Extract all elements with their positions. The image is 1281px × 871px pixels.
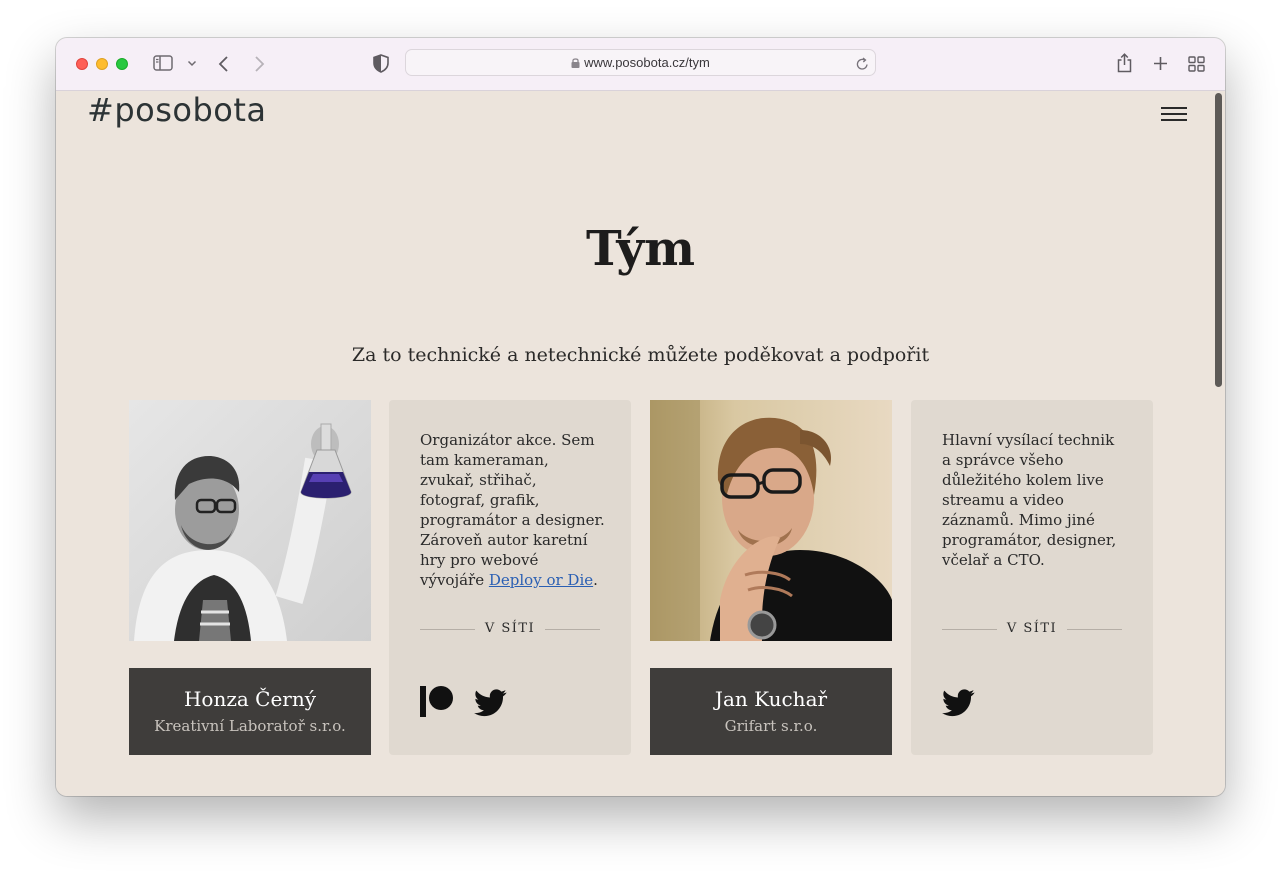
member-name-card: Honza Černý Kreativní Laboratoř s.r.o. [129,668,371,755]
address-bar[interactable]: www.posobota.cz/tym [405,49,876,76]
zoom-window-button[interactable] [116,58,128,70]
share-icon[interactable] [1116,53,1133,73]
page-subtitle: Za to technické a netechnické můžete pod… [351,344,930,366]
browser-toolbar: www.posobota.cz/tym [56,38,1225,91]
url-text: www.posobota.cz/tym [584,55,710,70]
menu-icon[interactable] [1161,107,1187,125]
member-bio-text: Organizátor akce. Sem tam kameraman, zvu… [420,431,605,589]
page-title: Tým [585,221,696,277]
browser-window: www.posobota.cz/tym #posobota Tým Za to … [56,38,1225,796]
minimize-window-button[interactable] [96,58,108,70]
deploy-or-die-link[interactable]: Deploy or Die [489,571,593,589]
member-bio-text-end: . [593,571,598,589]
lock-icon [571,56,580,71]
site-logo[interactable]: #posobota [87,91,267,129]
twitter-icon[interactable] [474,689,507,721]
twitter-icon[interactable] [942,689,975,721]
page-content: #posobota Tým Za to technické a netechni… [56,91,1225,796]
sidebar-icon[interactable] [153,55,173,71]
member-name: Honza Černý [183,687,317,711]
social-heading: V SÍTI [942,621,1122,636]
new-tab-icon[interactable] [1153,56,1168,71]
close-window-button[interactable] [76,58,88,70]
member-name-card: Jan Kuchař Grifart s.r.o. [650,668,892,755]
reload-icon[interactable] [856,56,869,75]
social-heading: V SÍTI [420,621,600,636]
patreon-icon[interactable] [420,686,453,721]
member-bio-card: Organizátor akce. Sem tam kameraman, zvu… [389,400,631,755]
tab-overview-icon[interactable] [1188,56,1205,72]
member-company: Kreativní Laboratoř s.r.o. [154,717,346,735]
member-photo [650,400,892,641]
member-name: Jan Kuchař [714,687,828,711]
member-bio-card: Hlavní vysílací technik a správce všeho … [911,400,1153,755]
back-icon[interactable] [218,55,230,73]
member-bio: Organizátor akce. Sem tam kameraman, zvu… [420,430,605,590]
member-bio: Hlavní vysílací technik a správce všeho … [942,431,1117,569]
privacy-shield-icon[interactable] [373,54,389,73]
member-photo [129,400,371,641]
member-company: Grifart s.r.o. [724,717,818,735]
chevron-down-icon[interactable] [187,60,197,67]
forward-icon[interactable] [253,55,265,73]
